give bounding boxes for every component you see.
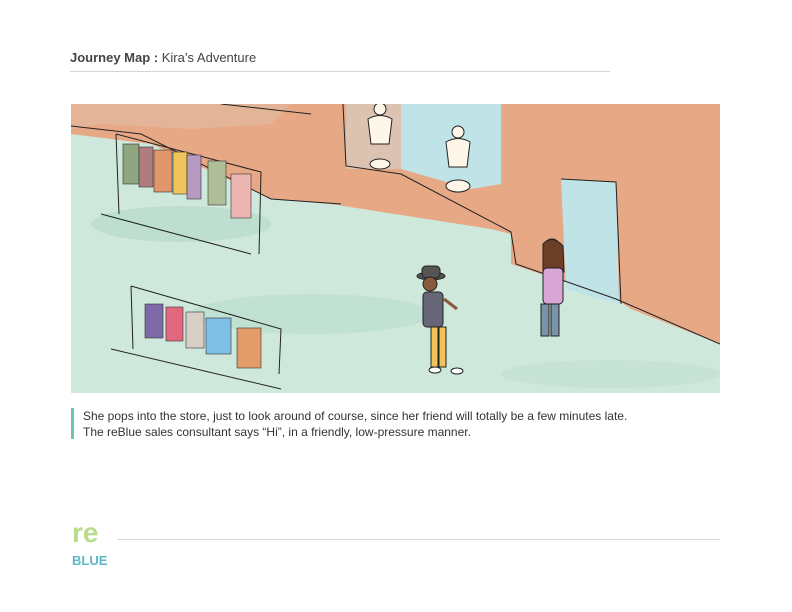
- reblue-logo: re BLUE: [71, 512, 108, 568]
- header-title-text: Kira’s Adventure: [161, 50, 257, 65]
- caption-text: She pops into the store, just to look ar…: [83, 409, 628, 439]
- page-title: Journey Map : Kira’s Adventure: [70, 50, 610, 65]
- footer-divider: [117, 539, 720, 540]
- logo-text-re: re: [72, 517, 98, 548]
- header-divider: [70, 71, 610, 72]
- header-label: Journey Map :: [70, 50, 159, 65]
- caption-block: She pops into the store, just to look ar…: [71, 408, 631, 440]
- storyboard-illustration: [71, 104, 720, 393]
- caption-accent-bar: [71, 408, 74, 439]
- logo-text-blue: BLUE: [72, 553, 107, 568]
- page-header: Journey Map : Kira’s Adventure: [70, 50, 610, 72]
